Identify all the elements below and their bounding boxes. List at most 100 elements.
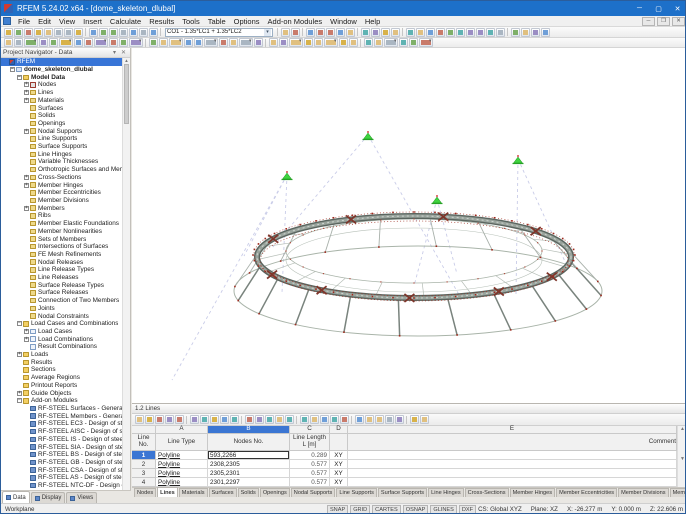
tree-item-add-on-modules[interactable]: − Add-on Modules — [1, 397, 123, 405]
guidelines-icon[interactable] — [228, 38, 238, 47]
format-brush-icon[interactable] — [98, 27, 108, 37]
numbering-icon[interactable] — [183, 38, 193, 47]
tree-item-nodal-supports[interactable]: + Nodal Supports — [1, 127, 123, 135]
cell-plane[interactable]: XY — [330, 451, 348, 460]
tree-item-cross-sections[interactable]: + Cross-Sections — [1, 174, 123, 182]
round-corner-icon[interactable] — [128, 38, 143, 47]
cell-line-type[interactable]: Polyline — [156, 469, 208, 478]
edit-surface-icon[interactable] — [38, 38, 48, 47]
new-node-icon[interactable] — [405, 27, 415, 37]
refresh-icon[interactable] — [229, 415, 239, 424]
tree-item-guide-objects[interactable]: + Guide Objects — [1, 389, 123, 397]
menu-calculate[interactable]: Calculate — [106, 17, 145, 26]
table-tab-surfaces[interactable]: Surfaces — [208, 488, 237, 497]
jump-next-icon[interactable] — [309, 415, 319, 424]
settings-icon[interactable] — [354, 415, 364, 424]
column-header-C[interactable]: Line Length L [m] — [290, 434, 330, 451]
column-header-line-no[interactable]: Line No. — [132, 434, 156, 451]
tree-item-rf-steel-members-general-stress-analy[interactable]: RF-STEEL Members - General stress analy — [1, 412, 123, 420]
generate-members-icon[interactable] — [158, 38, 168, 47]
undo-icon[interactable] — [63, 27, 73, 37]
cell-nodes[interactable]: 2305,2301 — [208, 469, 290, 478]
view-filter2-icon[interactable] — [254, 415, 264, 424]
expander-plus-icon[interactable]: + — [24, 97, 29, 103]
column-letter-B[interactable]: B — [208, 425, 290, 434]
filter-icon[interactable] — [329, 415, 339, 424]
navigator-tab-data[interactable]: Data — [2, 491, 30, 503]
expander-minus-icon[interactable]: − — [17, 74, 22, 80]
edit-node-icon[interactable] — [3, 38, 13, 47]
tree-item-surface-release-types[interactable]: Surface Release Types — [1, 281, 123, 289]
plane-yz-icon[interactable] — [383, 38, 398, 47]
new-line-support-icon[interactable] — [475, 27, 485, 37]
new-surface-icon[interactable] — [435, 27, 445, 37]
new-opening-icon[interactable] — [455, 27, 465, 37]
table-tab-members[interactable]: Members — [669, 488, 685, 497]
menu-file[interactable]: File — [14, 17, 34, 26]
visibility-modes-icon[interactable] — [360, 27, 370, 37]
table-tab-surface-supports[interactable]: Surface Supports — [377, 488, 428, 497]
print-preview-icon[interactable] — [53, 27, 63, 37]
table-tab-lines[interactable]: Lines — [157, 487, 178, 497]
table-tab-line-hinges[interactable]: Line Hinges — [428, 488, 464, 497]
select-special-icon[interactable] — [370, 27, 380, 37]
new-member-icon[interactable] — [425, 27, 435, 37]
tree-item-lines[interactable]: + Lines — [1, 89, 123, 97]
animation-icon[interactable] — [335, 27, 345, 37]
snap-settings-icon[interactable] — [398, 38, 408, 47]
tree-item-member-eccentricities[interactable]: Member Eccentricities — [1, 189, 123, 197]
table-tab-nodes[interactable]: Nodes — [134, 488, 157, 497]
visual-objects-icon[interactable] — [278, 38, 288, 47]
column-header-D[interactable] — [330, 434, 348, 451]
excel-export-icon[interactable] — [364, 415, 374, 424]
copy-icon[interactable] — [88, 27, 98, 37]
nodes-edit-box[interactable]: 593,2266 — [208, 451, 289, 459]
tree-item-rfem[interactable]: RFEM — [1, 58, 123, 66]
light-icon[interactable] — [313, 38, 323, 47]
tree-item-rf-steel-surfaces-general-stress-analys[interactable]: RF-STEEL Surfaces - General stress analy… — [1, 405, 123, 413]
tree-item-rf-steel-ec3-design-of-steel-members[interactable]: RF-STEEL EC3 - Design of steel members — [1, 420, 123, 428]
tree-item-load-combinations[interactable]: + Load Combinations — [1, 335, 123, 343]
percent-icon[interactable] — [419, 415, 429, 424]
expander-plus-icon[interactable]: + — [24, 82, 29, 88]
tree-item-average-regions[interactable]: Average Regions — [1, 374, 123, 382]
row-header[interactable]: 4 — [132, 478, 156, 487]
connect-members-icon[interactable] — [93, 38, 108, 47]
expander-plus-icon[interactable]: + — [24, 174, 29, 180]
column-letter-C[interactable]: C — [290, 425, 330, 434]
tree-item-surface-supports[interactable]: Surface Supports — [1, 143, 123, 151]
menu-table[interactable]: Table — [204, 17, 230, 26]
tree-item-printout-reports[interactable]: Printout Reports — [1, 382, 123, 390]
rotate-icon[interactable] — [58, 38, 73, 47]
cell-line-type[interactable]: Polyline — [156, 460, 208, 469]
convert-icon[interactable] — [168, 38, 183, 47]
tree-item-nodal-constraints[interactable]: Nodal Constraints — [1, 312, 123, 320]
cell-length[interactable]: 0.577 — [290, 469, 330, 478]
cell-plane[interactable]: XY — [330, 469, 348, 478]
minimize-icon[interactable]: ─ — [630, 1, 649, 16]
status-button-dxf[interactable]: DXF — [458, 505, 477, 513]
view-filter1-icon[interactable] — [244, 415, 254, 424]
tree-item-line-release-types[interactable]: Line Release Types — [1, 266, 123, 274]
column-header-A[interactable]: Line Type — [156, 434, 208, 451]
tree-item-ribs[interactable]: Ribs — [1, 212, 123, 220]
undo-icon[interactable] — [209, 415, 219, 424]
expander-minus-icon[interactable]: − — [17, 321, 22, 327]
new-icon[interactable] — [3, 27, 13, 37]
zoom-out-icon[interactable] — [128, 27, 138, 37]
calculate-all-icon[interactable] — [530, 27, 540, 37]
mdi-close-icon[interactable]: ✕ — [672, 16, 685, 26]
row-header[interactable]: 1 — [132, 451, 156, 460]
new-line-icon[interactable] — [415, 27, 425, 37]
status-button-grid[interactable]: GRID — [350, 505, 371, 513]
edit-member-icon[interactable] — [23, 38, 38, 47]
panel-toggle-icon[interactable] — [325, 27, 335, 37]
tree-item-sets-of-members[interactable]: Sets of Members — [1, 235, 123, 243]
tree-item-nodes[interactable]: + Nodes — [1, 81, 123, 89]
menu-results[interactable]: Results — [145, 17, 178, 26]
calculate-icon[interactable] — [540, 27, 550, 37]
tree-item-rf-steel-ntc-df-design-of-steel-mem[interactable]: RF-STEEL NTC-DF - Design of steel mem — [1, 482, 123, 490]
color-scale-icon[interactable] — [339, 415, 349, 424]
column-letter-E[interactable]: E — [348, 425, 677, 434]
cell-comment[interactable] — [348, 469, 677, 478]
